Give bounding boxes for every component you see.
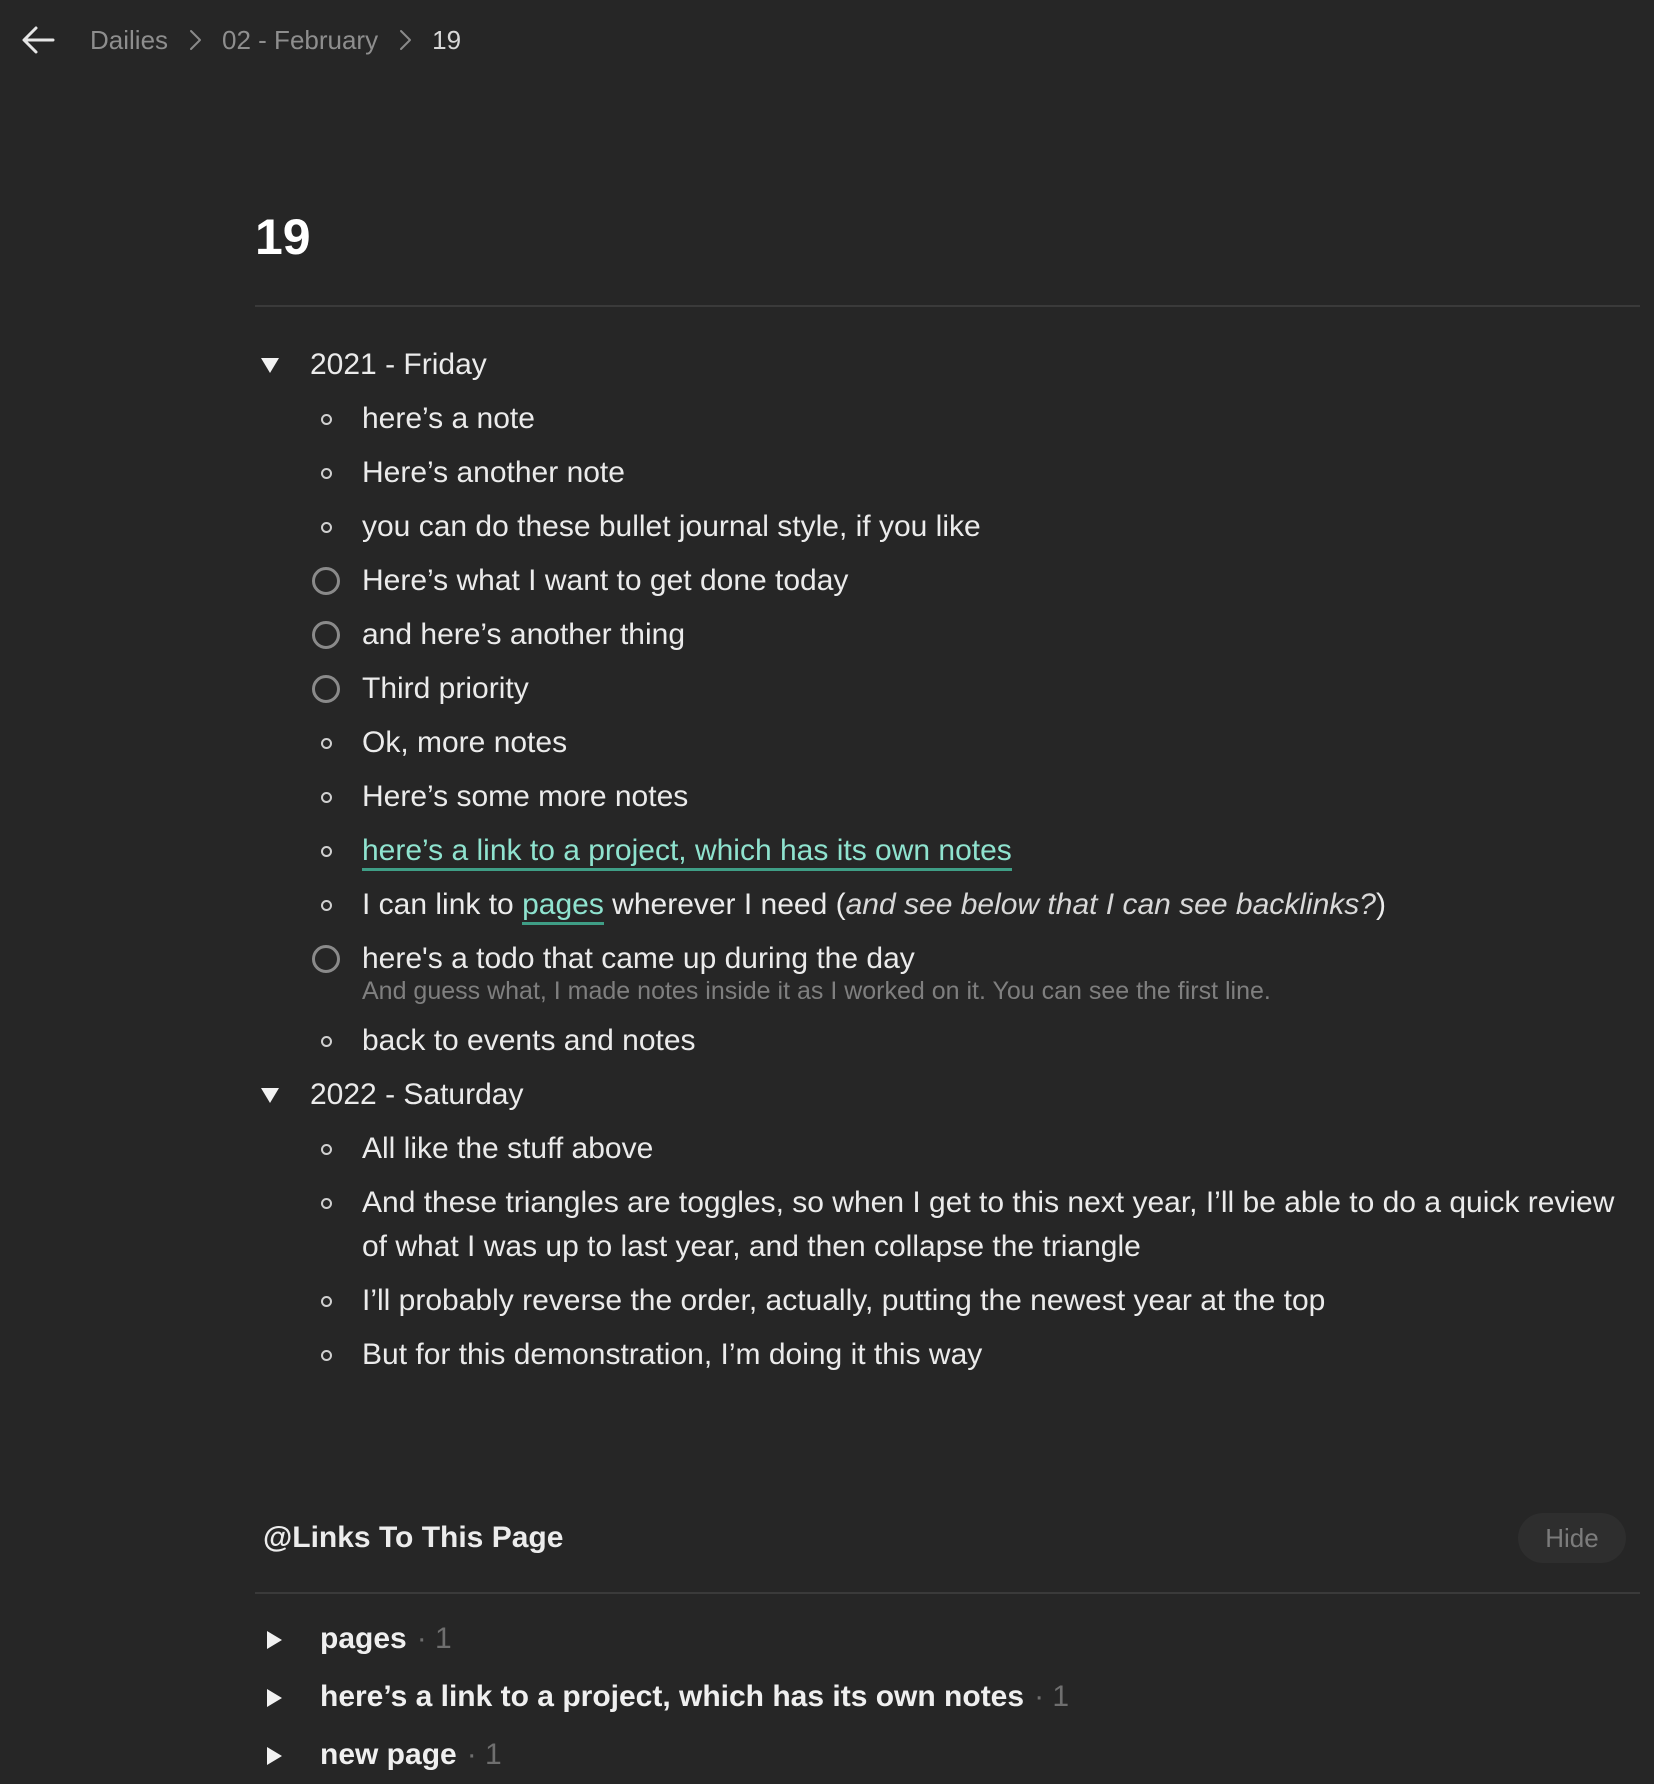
list-item-text[interactable]: Ok, more notes xyxy=(362,716,1640,770)
bullet-dot-icon xyxy=(320,1295,332,1307)
section-header-2022[interactable]: 2022 - Saturday xyxy=(255,1068,1640,1122)
list-item-text[interactable]: here’s a note xyxy=(362,392,1640,446)
todo-item-text[interactable]: and here’s another thing xyxy=(362,608,1640,662)
backlink-item-new-page[interactable]: new page · 1 xyxy=(255,1726,1640,1784)
bullet-dot-icon xyxy=(320,1143,332,1155)
todo-item[interactable]: here's a todo that came up during the da… xyxy=(255,932,1640,1014)
list-item-text[interactable]: I can link to pages wherever I need (and… xyxy=(362,878,1640,932)
list-item[interactable]: you can do these bullet journal style, i… xyxy=(255,500,1640,554)
project-link[interactable]: here’s a link to a project, which has it… xyxy=(362,834,1012,871)
text-segment: wherever I need ( xyxy=(603,888,846,921)
hide-backlinks-button[interactable]: Hide xyxy=(1518,1513,1626,1563)
top-bar: Dailies 02 - February 19 xyxy=(0,0,1654,78)
triangle-right-icon[interactable] xyxy=(267,1631,282,1649)
circle-checkbox-icon[interactable] xyxy=(312,621,340,649)
pages-link[interactable]: pages xyxy=(522,888,604,925)
todo-item[interactable]: and here’s another thing xyxy=(255,608,1640,662)
list-item[interactable]: here’s a note xyxy=(255,392,1640,446)
bullet-dot-icon xyxy=(320,467,332,479)
triangle-right-icon[interactable] xyxy=(267,1689,282,1707)
list-item-text[interactable]: back to events and notes xyxy=(362,1014,1640,1068)
arrow-left-icon xyxy=(22,26,55,54)
backlinks-title: @Links To This Page xyxy=(263,1521,564,1554)
text-segment: ) xyxy=(1375,888,1386,921)
bullet-dot-icon xyxy=(320,737,332,749)
list-item-text[interactable]: Here’s another note xyxy=(362,446,1640,500)
bullet-dot-icon xyxy=(320,1035,332,1047)
bullet-dot-icon xyxy=(320,413,332,425)
chevron-right-icon xyxy=(390,25,420,55)
backlinks-divider xyxy=(255,1592,1640,1594)
backlink-item-pages[interactable]: pages · 1 xyxy=(255,1610,1640,1668)
triangle-right-icon[interactable] xyxy=(267,1747,282,1765)
bullet-dot-icon xyxy=(320,1197,332,1209)
bullet-dot-icon xyxy=(320,899,332,911)
backlink-count: · 1 xyxy=(1034,1680,1070,1713)
triangle-down-icon[interactable] xyxy=(261,1087,279,1103)
circle-checkbox-icon[interactable] xyxy=(312,567,340,595)
list-item[interactable]: Here’s another note xyxy=(255,446,1640,500)
todo-item[interactable]: Third priority xyxy=(255,662,1640,716)
backlinks-list: pages · 1 here’s a link to a project, whi… xyxy=(255,1610,1640,1784)
list-item[interactable]: I’ll probably reverse the order, actuall… xyxy=(255,1274,1640,1328)
breadcrumb-item-current[interactable]: 19 xyxy=(432,25,461,56)
circle-checkbox-icon[interactable] xyxy=(312,945,340,973)
list-item[interactable]: Ok, more notes xyxy=(255,716,1640,770)
todo-title[interactable]: here's a todo that came up during the da… xyxy=(362,942,915,975)
breadcrumb: Dailies 02 - February 19 xyxy=(90,18,461,62)
italic-text: and see below that I can see backlinks? xyxy=(845,888,1376,921)
back-button[interactable] xyxy=(18,20,58,60)
list-item[interactable]: here’s a link to a project, which has it… xyxy=(255,824,1640,878)
list-item-text[interactable]: Here’s some more notes xyxy=(362,770,1640,824)
list-item[interactable]: And these triangles are toggles, so when… xyxy=(255,1176,1640,1274)
breadcrumb-item-february[interactable]: 02 - February xyxy=(222,25,378,56)
breadcrumb-item-dailies[interactable]: Dailies xyxy=(90,25,168,56)
chevron-right-icon xyxy=(180,25,210,55)
todo-item-text[interactable]: here's a todo that came up during the da… xyxy=(362,932,1640,1014)
backlink-count: · 1 xyxy=(466,1738,502,1771)
list-item[interactable]: back to events and notes xyxy=(255,1014,1640,1068)
backlink-label[interactable]: here’s a link to a project, which has it… xyxy=(320,1680,1024,1713)
list-item[interactable]: But for this demonstration, I’m doing it… xyxy=(255,1328,1640,1382)
list-item-text[interactable]: All like the stuff above xyxy=(362,1122,1640,1176)
bullet-dot-icon xyxy=(320,845,332,857)
title-divider xyxy=(255,305,1640,307)
list-item-text[interactable]: you can do these bullet journal style, i… xyxy=(362,500,1640,554)
section-label[interactable]: 2021 - Friday xyxy=(310,338,1640,392)
section-header-2021[interactable]: 2021 - Friday xyxy=(255,338,1640,392)
outline: 2021 - Friday here’s a note Here’s anoth… xyxy=(255,338,1640,1382)
todo-item[interactable]: Here’s what I want to get done today xyxy=(255,554,1640,608)
todo-item-text[interactable]: Here’s what I want to get done today xyxy=(362,554,1640,608)
page-title[interactable]: 19 xyxy=(255,212,311,262)
list-item-text[interactable]: But for this demonstration, I’m doing it… xyxy=(362,1328,1640,1382)
list-item[interactable]: Here’s some more notes xyxy=(255,770,1640,824)
text-segment: I can link to xyxy=(362,888,523,921)
list-item-text[interactable]: here’s a link to a project, which has it… xyxy=(362,824,1640,878)
backlink-count: · 1 xyxy=(416,1622,452,1655)
backlink-item-project[interactable]: here’s a link to a project, which has it… xyxy=(255,1668,1640,1726)
backlink-label[interactable]: pages xyxy=(320,1622,407,1655)
section-label[interactable]: 2022 - Saturday xyxy=(310,1068,1640,1122)
bullet-dot-icon xyxy=(320,521,332,533)
bullet-dot-icon xyxy=(320,1349,332,1361)
list-item-text[interactable]: And these triangles are toggles, so when… xyxy=(362,1176,1640,1274)
list-item[interactable]: All like the stuff above xyxy=(255,1122,1640,1176)
list-item-text[interactable]: I’ll probably reverse the order, actuall… xyxy=(362,1274,1640,1328)
circle-checkbox-icon[interactable] xyxy=(312,675,340,703)
todo-item-text[interactable]: Third priority xyxy=(362,662,1640,716)
todo-note-preview: And guess what, I made notes inside it a… xyxy=(362,977,1271,1005)
list-item[interactable]: I can link to pages wherever I need (and… xyxy=(255,878,1640,932)
bullet-dot-icon xyxy=(320,791,332,803)
backlink-label[interactable]: new page xyxy=(320,1738,457,1771)
triangle-down-icon[interactable] xyxy=(261,357,279,373)
